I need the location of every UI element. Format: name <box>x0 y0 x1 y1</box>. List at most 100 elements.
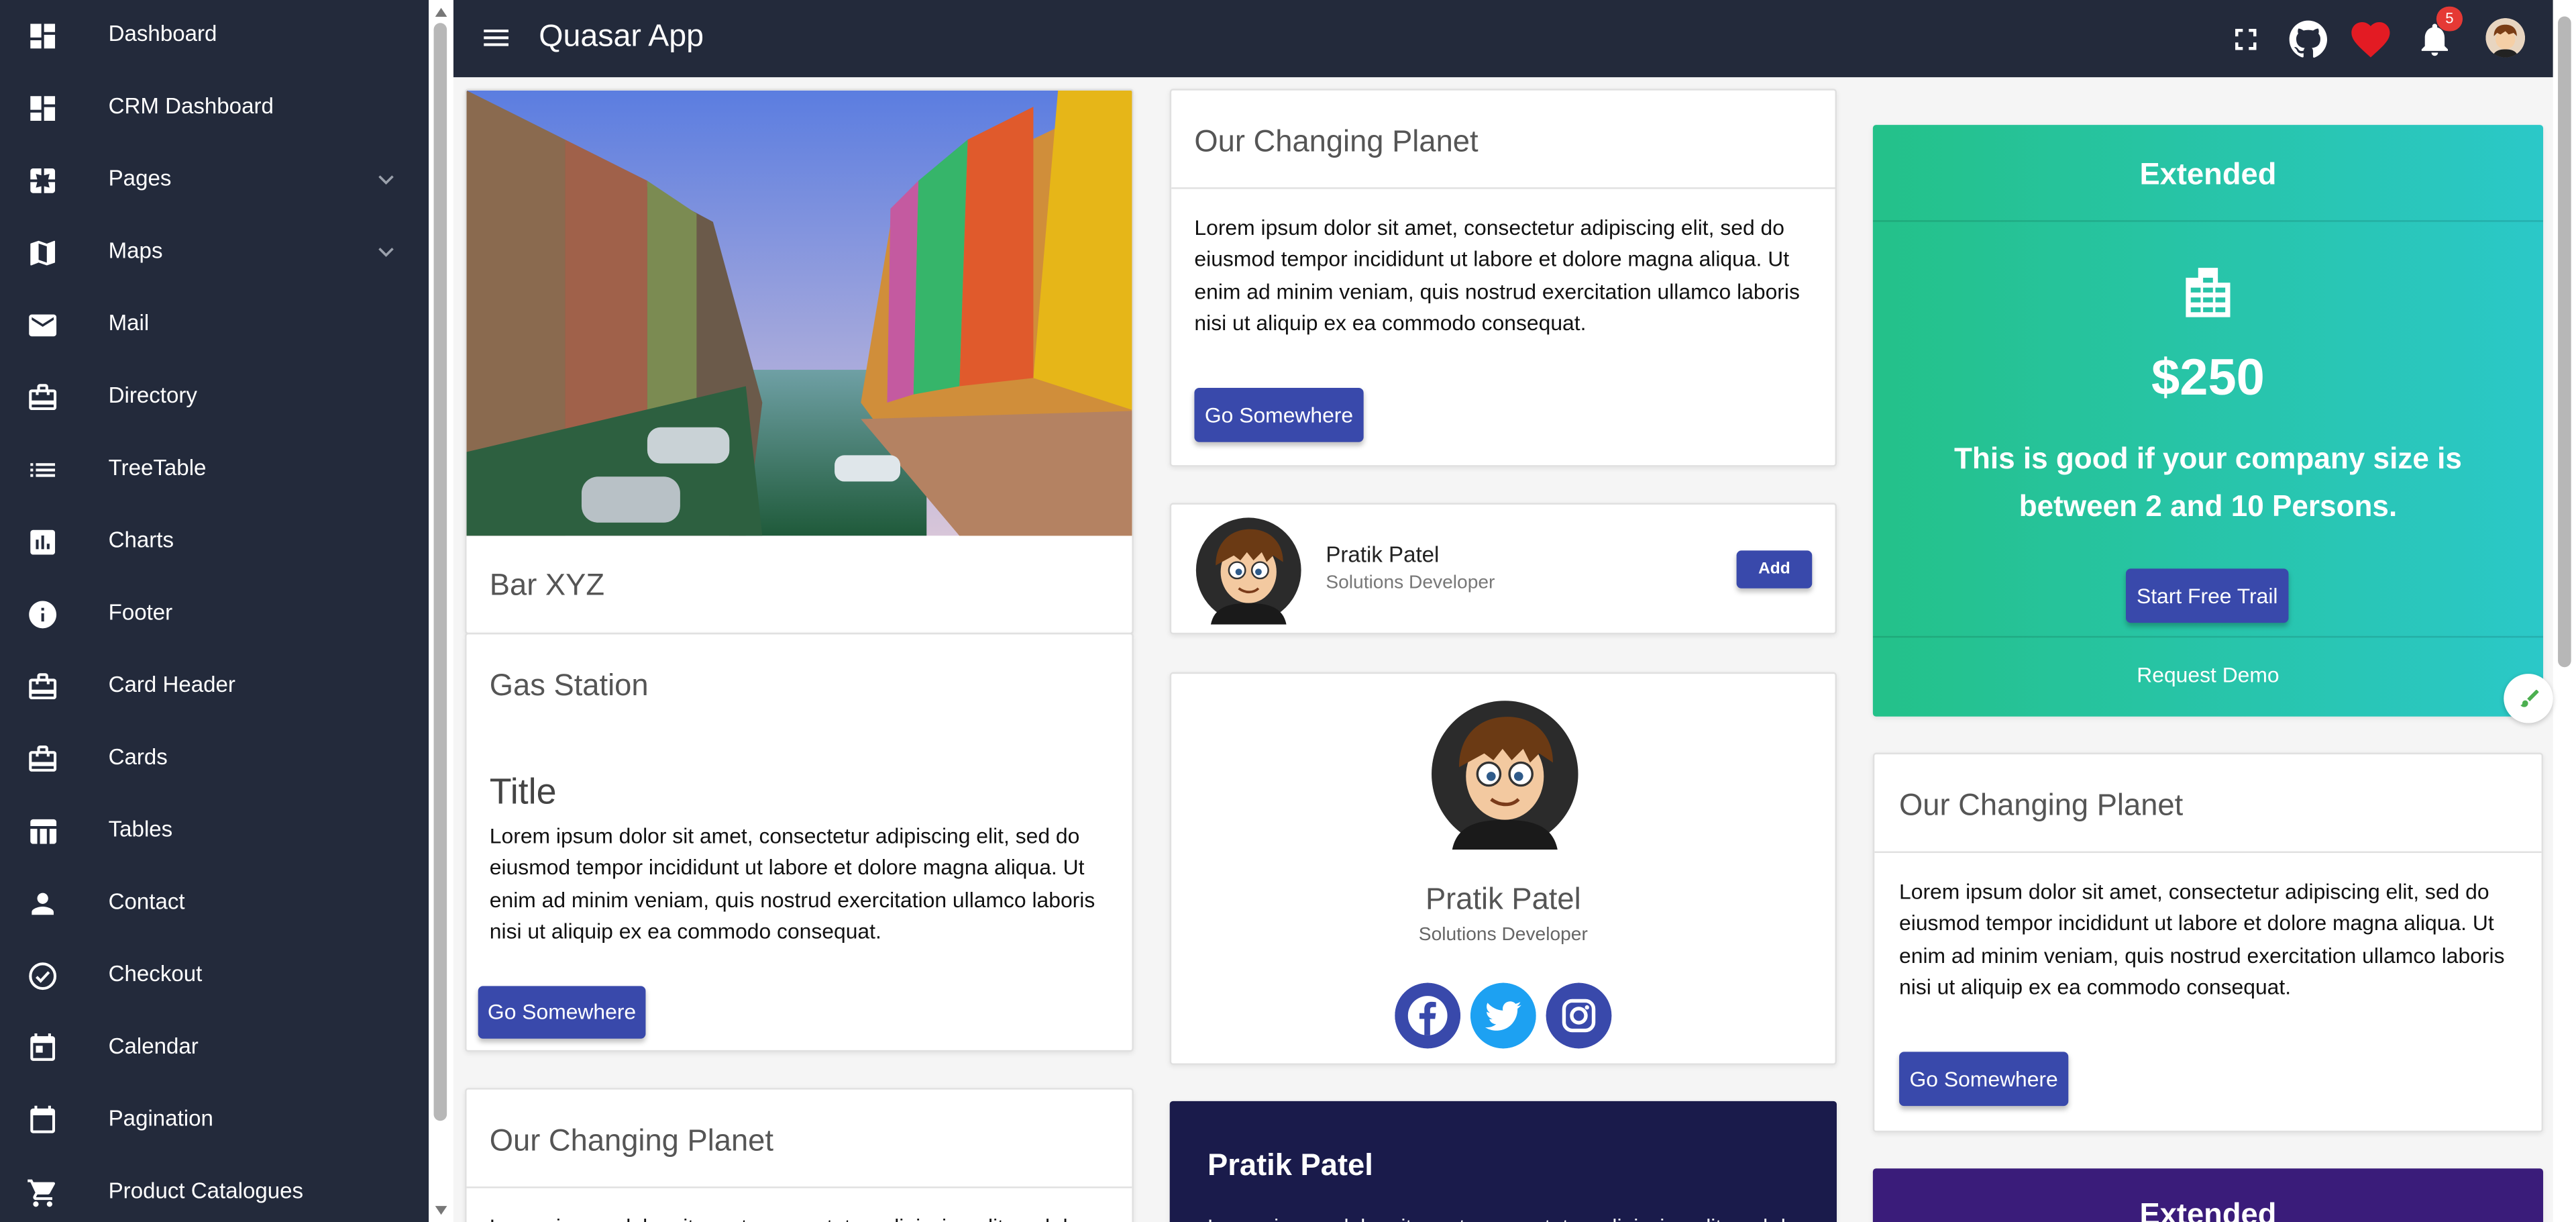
notification-badge: 5 <box>2436 6 2463 32</box>
person-icon <box>32 893 54 915</box>
sidebar-item-calendar[interactable]: Calendar <box>0 1013 429 1085</box>
card-title: Our Changing Planet <box>489 1122 773 1158</box>
cart-icon <box>28 1179 56 1207</box>
sidebar-item-treetable[interactable]: TreeTable <box>0 434 429 507</box>
sidebar-item-label: Maps <box>108 238 163 263</box>
sidebar-item-charts[interactable]: Charts <box>0 506 429 578</box>
chevron-down-icon <box>378 175 394 185</box>
pricing-title: Extended <box>2139 156 2277 191</box>
sidebar-item-label: Tables <box>108 817 173 842</box>
menu-icon[interactable] <box>480 21 513 54</box>
pricing-description: This is good if your company size is bet… <box>1954 442 2462 523</box>
sidebar-item-label: Dashboard <box>108 21 217 46</box>
sidebar-item-label: Product Catalogues <box>108 1178 304 1203</box>
app-title: Quasar App <box>539 19 704 54</box>
sidebar-item-label: Checkout <box>108 961 203 986</box>
dark-card-name: Pratik Patel <box>1208 1147 1373 1182</box>
card-heading: Gas Station <box>489 667 649 702</box>
start-free-trial-button[interactable]: Start Free Trail <box>2126 568 2289 623</box>
card-title: Our Changing Planet <box>1194 123 1479 158</box>
sidebar-item-directory[interactable]: Directory <box>0 362 429 434</box>
request-demo-link[interactable]: Request Demo <box>1873 662 2543 687</box>
github-icon[interactable] <box>2288 19 2328 59</box>
sidebar-item-label: TreeTable <box>108 455 207 480</box>
sidebar: Dashboard CRM Dashboard Pages Maps Mail … <box>0 0 429 1222</box>
card-text: Lorem ipsum dolor sit amet, consectetur … <box>1194 215 1800 336</box>
dashboard-icon <box>30 23 56 49</box>
sidebar-item-label: Pages <box>108 166 172 191</box>
sidebar-item-label: CRM Dashboard <box>108 93 274 119</box>
calendar-icon <box>30 1105 56 1133</box>
sidebar-item-pagination[interactable]: Pagination <box>0 1084 429 1157</box>
add-button[interactable]: Add <box>1736 550 1813 589</box>
sidebar-scroll-thumb[interactable] <box>433 23 447 1121</box>
profile-role: Solutions Developer <box>1418 925 1588 946</box>
heart-icon[interactable] <box>2346 16 2395 62</box>
card-text: Lorem ipsum dolor sit amet, consectetur … <box>489 823 1095 944</box>
sidebar-item-mail[interactable]: Mail <box>0 289 429 362</box>
sidebar-item-label: Mail <box>108 310 150 336</box>
instagram-icon[interactable] <box>1546 982 1612 1049</box>
chart-icon <box>30 529 56 555</box>
sidebar-item-product-catalogues[interactable]: Product Catalogues <box>0 1157 429 1222</box>
pricing-title: Extended <box>2139 1196 2277 1222</box>
sidebar-item-label: Card Header <box>108 672 235 697</box>
sidebar-item-crm-dashboard[interactable]: CRM Dashboard <box>0 72 429 145</box>
top-toolbar: Quasar App 5 <box>453 0 2553 78</box>
sidebar-item-label: Footer <box>108 599 173 625</box>
scroll-down-arrow-icon[interactable] <box>434 1203 449 1218</box>
card-subtitle: Title <box>489 770 557 812</box>
profile-avatar <box>1432 701 1578 850</box>
user-role: Solutions Developer <box>1326 573 1495 594</box>
canal-image <box>466 90 1132 536</box>
map-icon <box>30 240 56 266</box>
floating-customizer-button[interactable] <box>2504 674 2553 723</box>
info-icon <box>29 601 57 629</box>
page-scroll-thumb[interactable] <box>2558 16 2571 668</box>
sidebar-item-label: Cards <box>108 744 168 770</box>
card-text: Lorem ipsum dolor sit amet, consectetur … <box>490 1211 1130 1222</box>
card-icon <box>29 384 57 411</box>
sidebar-item-footer[interactable]: Footer <box>0 578 429 651</box>
planet-card-right: Our Changing Planet Lorem ipsum dolor si… <box>1872 752 2544 1133</box>
planet-card: Our Changing Planet Lorem ipsum dolor si… <box>1169 89 1837 467</box>
dark-profile-card: Pratik Patel Lorem ipsum dolor sit amet,… <box>1169 1101 1837 1222</box>
sidebar-item-dashboard[interactable]: Dashboard <box>0 0 429 72</box>
sidebar-item-checkout[interactable]: Checkout <box>0 940 429 1013</box>
user-avatar <box>1195 517 1301 625</box>
brush-icon <box>2520 689 2539 707</box>
dashboard-icon <box>30 96 56 121</box>
gas-station-card: Gas Station Title Lorem ipsum dolor sit … <box>465 632 1134 1052</box>
check-circle-icon <box>29 962 57 990</box>
sidebar-scrollbar[interactable] <box>429 0 453 1222</box>
fullscreen-icon[interactable] <box>2228 21 2264 58</box>
sidebar-item-maps[interactable]: Maps <box>0 217 429 289</box>
sidebar-item-label: Pagination <box>108 1106 213 1131</box>
sidebar-item-tables[interactable]: Tables <box>0 795 429 868</box>
image-card: Bar XYZ <box>465 89 1134 635</box>
go-somewhere-button[interactable]: Go Somewhere <box>1899 1052 2069 1107</box>
scroll-up-arrow-icon[interactable] <box>434 5 449 19</box>
avatar-icon <box>2485 17 2526 58</box>
sidebar-item-label: Directory <box>108 383 197 408</box>
card-icon <box>29 673 57 700</box>
sidebar-item-pages[interactable]: Pages <box>0 145 429 217</box>
twitter-icon[interactable] <box>1470 982 1536 1049</box>
page-scrollbar[interactable] <box>2553 0 2576 1222</box>
planet-card-bottom: Our Changing Planet Lorem ipsum dolor si… <box>465 1088 1134 1222</box>
sidebar-item-contact[interactable]: Contact <box>0 868 429 940</box>
building-icon <box>2186 268 2231 317</box>
sidebar-item-card-header[interactable]: Card Header <box>0 651 429 723</box>
facebook-icon[interactable] <box>1395 982 1461 1049</box>
card-text: Lorem ipsum dolor sit amet, consectetur … <box>1899 879 2505 1000</box>
card-title: Our Changing Planet <box>1899 787 2184 822</box>
pages-icon <box>30 168 56 193</box>
go-somewhere-button[interactable]: Go Somewhere <box>1194 387 1364 442</box>
sidebar-item-label: Calendar <box>108 1033 199 1059</box>
purple-pricing-card: Extended <box>1872 1168 2544 1222</box>
go-somewhere-button[interactable]: Go Somewhere <box>478 986 646 1039</box>
pricing-card: Extended $250 This is good if your compa… <box>1872 125 2544 717</box>
sidebar-item-cards[interactable]: Cards <box>0 723 429 796</box>
avatar[interactable] <box>2485 17 2526 58</box>
list-icon <box>30 463 56 477</box>
